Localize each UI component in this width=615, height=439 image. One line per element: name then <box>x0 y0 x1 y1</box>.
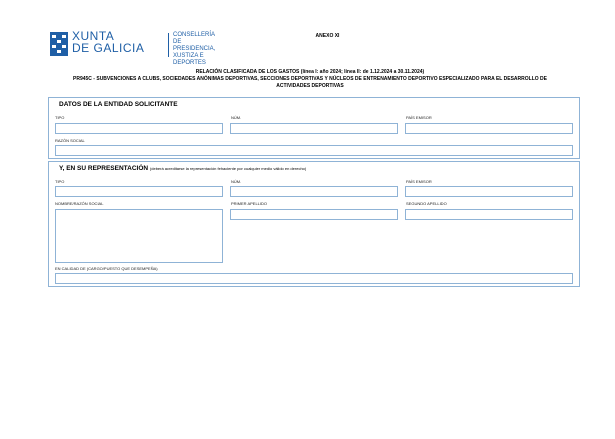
annex-text: ANEXO XI <box>315 33 340 39</box>
entity-tipo-label: TIPO <box>55 115 65 120</box>
document-subtitle-line-1: PR945C - SUBVENCIONES A CLUBS, SOCIEDADE… <box>73 76 547 82</box>
rep-primer-apellido-field[interactable] <box>230 209 398 220</box>
rep-nombre-label: NOMBRE/RAZÓN SOCIAL <box>55 201 104 206</box>
representative-section: Y, EN SU REPRESENTACIÓN (deberá acredita… <box>48 161 580 287</box>
rep-calidad-label: EN CALIDAD DE (CARGO/PUESTO QUE DESEMPEÑ… <box>55 266 158 271</box>
rep-tipo-field[interactable] <box>55 186 223 197</box>
entity-section-title: DATOS DE LA ENTIDAD SOLICITANTE <box>59 101 178 108</box>
entity-pais-field[interactable] <box>405 123 573 134</box>
dept-line-2: PRESIDENCIA, <box>173 46 216 52</box>
rep-segundo-apellido-label: SEGUNDO APELLIDO <box>406 201 447 206</box>
rep-num-field[interactable] <box>230 186 398 197</box>
document-title: RELACIÓN CLASIFICADA DE LOS GASTOS (líne… <box>195 69 425 75</box>
entity-razon-label: RAZÓN SOCIAL <box>55 138 85 143</box>
entity-pais-label: PAÍS EMISOR <box>406 115 432 120</box>
rep-num-label: NÚM. <box>231 179 242 184</box>
representative-note: (deberá acreditarse la representación fe… <box>149 166 307 171</box>
entity-tipo-field[interactable] <box>55 123 223 134</box>
representative-section-title: Y, EN SU REPRESENTACIÓN (deberá acredita… <box>59 165 306 172</box>
rep-nombre-field[interactable] <box>55 209 223 263</box>
rep-pais-label: PAÍS EMISOR <box>406 179 432 184</box>
rep-calidad-field[interactable] <box>55 273 573 284</box>
dept-line-3: XUSTIZA E DEPORTES <box>173 53 206 66</box>
entity-num-label: NÚM. <box>231 115 242 120</box>
entity-section: DATOS DE LA ENTIDAD SOLICITANTE TIPO NÚM… <box>48 97 580 159</box>
annex-label: ANEXO XI <box>0 33 615 39</box>
document-subtitle-line-2: ACTIVIDADES DEPORTIVAS <box>276 83 344 89</box>
representative-title-text: Y, EN SU REPRESENTACIÓN <box>59 165 149 172</box>
entity-num-field[interactable] <box>230 123 398 134</box>
logo-line-2: DE GALICIA <box>72 41 145 55</box>
rep-tipo-label: TIPO <box>55 179 65 184</box>
rep-pais-field[interactable] <box>405 186 573 197</box>
rep-primer-apellido-label: PRIMER APELLIDO <box>231 201 268 206</box>
rep-segundo-apellido-field[interactable] <box>405 209 573 220</box>
entity-razon-field[interactable] <box>55 145 573 156</box>
